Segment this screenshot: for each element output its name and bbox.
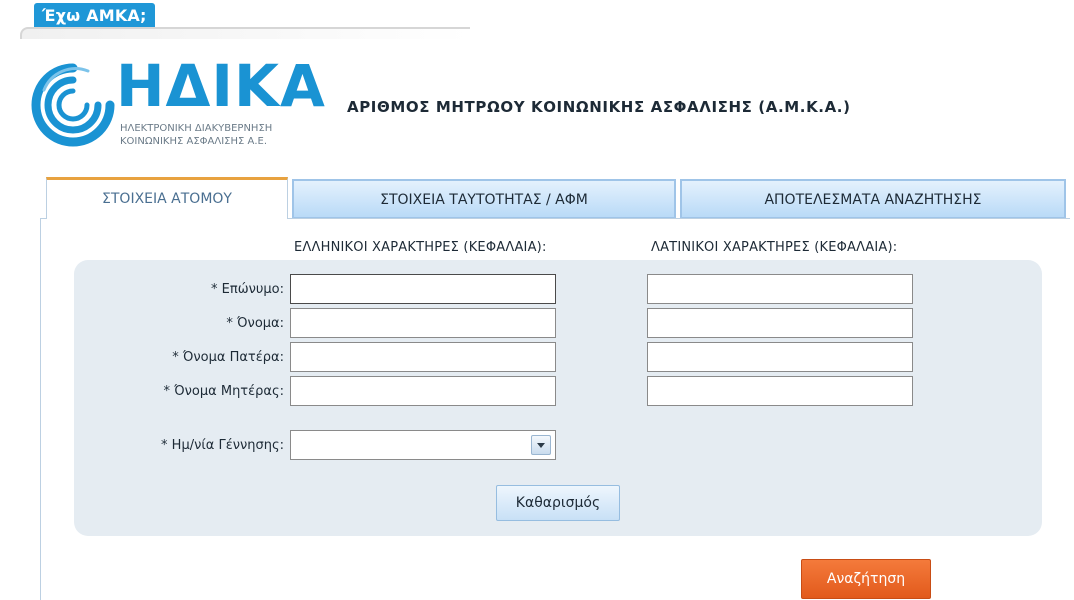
swirl-logo-icon bbox=[31, 63, 115, 147]
firstname-label: * Όνομα: bbox=[226, 316, 284, 331]
idika-subtitle: ΗΛΕΚΤΡΟΝΙΚΗ ΔΙΑΚΥΒΕΡΝΗΣΗ ΚΟΙΝΩΝΙΚΗΣ ΑΣΦΑ… bbox=[120, 122, 272, 148]
surname-label: * Επώνυμο: bbox=[211, 282, 284, 297]
tab-bar: ΣΤΟΙΧΕΙΑ ΑΤΟΜΟΥ ΣΤΟΙΧΕΙΑ ΤΑΥΤΟΤΗΤΑΣ / ΑΦ… bbox=[40, 177, 1070, 219]
have-amka-badge[interactable]: Έχω ΑΜΚΑ; bbox=[34, 3, 155, 29]
idika-logo: ΗΔΙΚΑ ΗΛΕΚΤΡΟΝΙΚΗ ΔΙΑΚΥΒΕΡΝΗΣΗ ΚΟΙΝΩΝΙΚΗ… bbox=[28, 54, 328, 155]
tab-personal-details[interactable]: ΣΤΟΙΧΕΙΑ ΑΤΟΜΟΥ bbox=[46, 177, 288, 219]
father-name-latin-input[interactable] bbox=[647, 342, 913, 372]
greek-chars-header: ΕΛΛΗΝΙΚΟΙ ΧΑΡΑΚΤΗΡΕΣ (ΚΕΦΑΛΑΙΑ): bbox=[294, 240, 547, 255]
firstname-greek-input[interactable] bbox=[290, 308, 556, 338]
mother-name-latin-input[interactable] bbox=[647, 376, 913, 406]
tab-id-afm[interactable]: ΣΤΟΙΧΕΙΑ ΤΑΥΤΟΤΗΤΑΣ / ΑΦΜ bbox=[292, 179, 676, 219]
mother-name-greek-input[interactable] bbox=[290, 376, 556, 406]
firstname-latin-input[interactable] bbox=[647, 308, 913, 338]
father-name-greek-input[interactable] bbox=[290, 342, 556, 372]
birthdate-select[interactable] bbox=[290, 430, 556, 460]
mother-name-label: * Όνομα Μητέρας: bbox=[163, 384, 284, 399]
subtitle-line-1: ΗΛΕΚΤΡΟΝΙΚΗ ΔΙΑΚΥΒΕΡΝΗΣΗ bbox=[120, 123, 273, 134]
top-frame-line bbox=[20, 27, 470, 39]
search-button[interactable]: Αναζήτηση bbox=[801, 559, 931, 599]
latin-chars-header: ΛΑΤΙΝΙΚΟΙ ΧΑΡΑΚΤΗΡΕΣ (ΚΕΦΑΛΑΙΑ): bbox=[651, 240, 898, 255]
amka-page: Έχω ΑΜΚΑ; ΗΔΙΚΑ ΗΛΕΚΤΡΟΝΙΚΗ ΔΙΑΚΥΒΕΡΝΗΣΗ… bbox=[0, 0, 1074, 600]
page-title: ΑΡΙΘΜΟΣ ΜΗΤΡΩΟΥ ΚΟΙΝΩΝΙΚΗΣ ΑΣΦΑΛΙΣΗΣ (Α.… bbox=[347, 98, 851, 116]
surname-greek-input[interactable] bbox=[290, 274, 556, 304]
idika-wordmark: ΗΔΙΚΑ bbox=[116, 52, 326, 120]
subtitle-line-2: ΚΟΙΝΩΝΙΚΗΣ ΑΣΦΑΛΙΣΗΣ Α.Ε. bbox=[120, 136, 268, 147]
birthdate-label: * Ημ/νία Γέννησης: bbox=[161, 438, 284, 453]
dropdown-arrow-icon[interactable] bbox=[531, 435, 551, 455]
tab-search-results[interactable]: ΑΠΟΤΕΛΕΣΜΑΤΑ ΑΝΑΖΗΤΗΣΗΣ bbox=[680, 179, 1066, 219]
father-name-label: * Όνομα Πατέρα: bbox=[172, 350, 284, 365]
surname-latin-input[interactable] bbox=[647, 274, 913, 304]
clear-button[interactable]: Καθαρισμός bbox=[496, 485, 620, 521]
